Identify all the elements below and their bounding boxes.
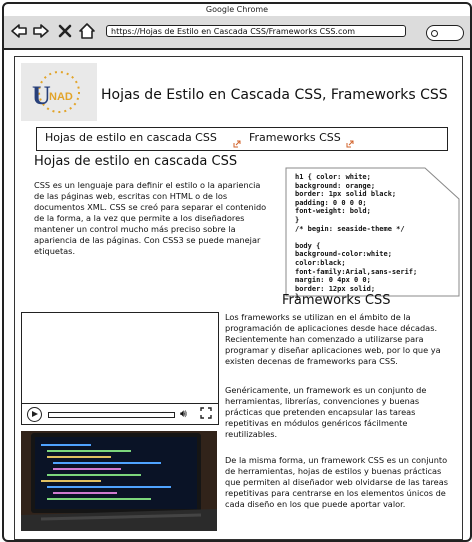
search-menu-button[interactable] [426,25,464,41]
forward-arrow-icon[interactable] [32,22,50,40]
external-link-icon [346,140,354,148]
css-paragraph: CSS es un lenguaje para definir el estil… [34,180,267,256]
fullscreen-icon[interactable] [200,407,212,419]
web-page: U NAD Hojas de Estilo en Cascada CSS, Fr… [14,56,463,540]
address-bar[interactable]: https://Hojas de Estilo en Cascada CSS/F… [106,25,406,37]
play-icon[interactable] [27,407,42,422]
window-title: Google Chrome [205,5,269,14]
video-controls: 🔊︎ [22,403,218,424]
page-title: Hojas de Estilo en Cascada CSS, Framewor… [101,87,448,103]
external-link-icon [233,140,241,148]
frameworks-paragraph-3: De la misma forma, un framework CSS es u… [225,455,448,509]
laptop-code-image [21,431,217,531]
css-heading: Hojas de estilo en cascada CSS [34,154,238,169]
logo: U NAD [21,63,97,121]
navigation-bar: Hojas de estilo en cascada CSS Framework… [36,127,448,151]
volume-icon[interactable]: 🔊︎ [180,407,187,421]
browser-window: Google Chrome https://Hojas de Estilo en… [2,2,472,542]
video-progress-track[interactable] [48,412,175,418]
nav-link-frameworks[interactable]: Frameworks CSS [249,131,341,144]
frameworks-paragraph-2: Genéricamente, un framework es un conjun… [225,385,427,439]
code-text: h1 { color: white; background: orange; b… [295,173,418,302]
back-arrow-icon[interactable] [10,22,28,40]
svg-text:NAD: NAD [49,91,73,103]
video-player[interactable]: 🔊︎ [21,312,219,425]
frameworks-heading: Frameworks CSS [282,293,391,308]
nav-link-css[interactable]: Hojas de estilo en cascada CSS [45,131,217,144]
code-snippet: h1 { color: white; background: orange; b… [285,167,460,301]
close-icon[interactable] [56,22,74,40]
browser-toolbar: https://Hojas de Estilo en Cascada CSS/F… [4,16,470,50]
home-icon[interactable] [78,22,96,40]
frameworks-paragraph-1: Los frameworks se utilizan en el ámbito … [225,312,441,366]
